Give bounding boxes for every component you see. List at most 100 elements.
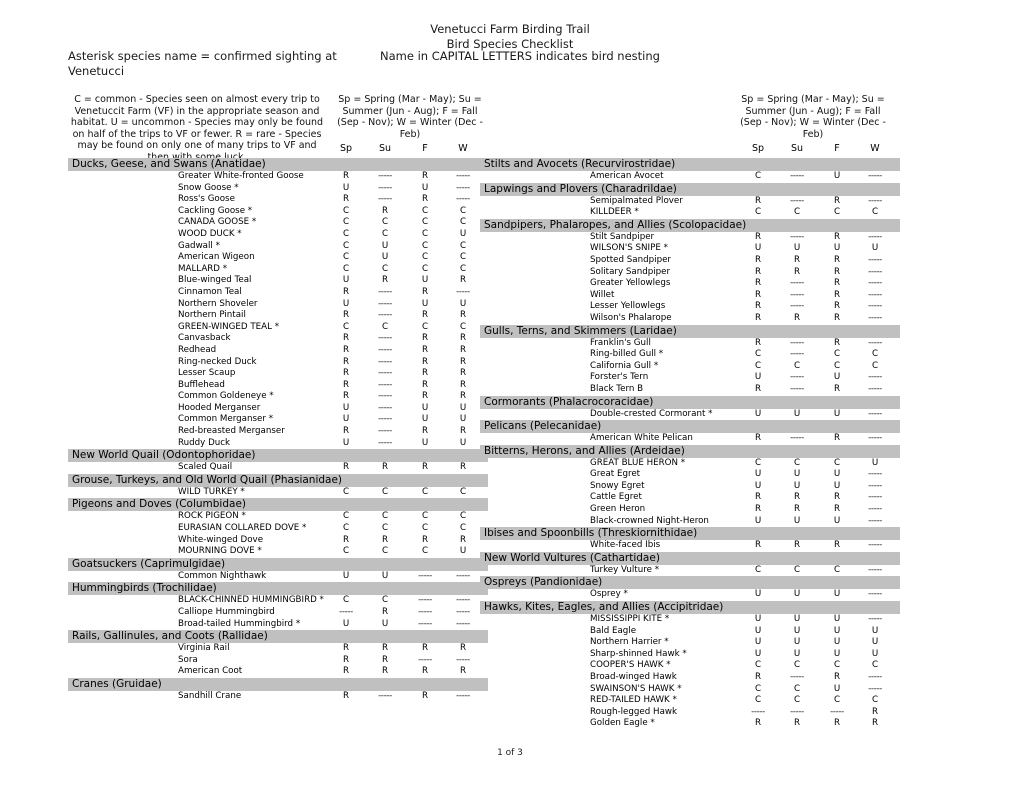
table-row: Forster's Tern U ----- U ----- bbox=[480, 372, 900, 384]
season-cell-f: R bbox=[421, 344, 429, 355]
season-cell-su: C bbox=[381, 523, 389, 534]
season-cell-f: C bbox=[833, 564, 841, 575]
season-cell-sp: C bbox=[342, 217, 350, 228]
season-cell-w: C bbox=[459, 217, 467, 228]
season-cell-su: R bbox=[381, 534, 389, 545]
season-cell-w: ----- bbox=[868, 504, 882, 515]
family-header: Sandpipers, Phalaropes, and Allies (Scol… bbox=[480, 218, 900, 232]
season-cell-f: R bbox=[833, 383, 841, 394]
season-cell-su: ----- bbox=[378, 171, 392, 181]
season-cell-f: C bbox=[421, 511, 429, 522]
species-name: Scaled Quail bbox=[178, 462, 233, 473]
species-name: Blue-winged Teal bbox=[178, 275, 252, 286]
season-cell-f: R bbox=[421, 286, 429, 297]
season-cell-sp: U bbox=[754, 648, 762, 659]
table-row: Bufflehead R ----- R R bbox=[68, 380, 488, 392]
season-cell-w: U bbox=[871, 457, 879, 468]
species-name: Ring-necked Duck bbox=[178, 356, 257, 367]
season-cell-sp: C bbox=[342, 523, 350, 534]
species-name: Spotted Sandpiper bbox=[590, 254, 671, 265]
season-cell-su: ----- bbox=[790, 278, 804, 289]
season-cell-su: ----- bbox=[378, 414, 392, 425]
season-cell-w: ----- bbox=[868, 515, 882, 526]
family-header: Cranes (Gruidae) bbox=[68, 677, 488, 691]
season-cell-w: R bbox=[459, 368, 467, 379]
season-cell-su: C bbox=[381, 546, 389, 557]
season-cell-sp: C bbox=[754, 171, 762, 181]
season-cell-su: U bbox=[793, 614, 801, 625]
season-cell-f: C bbox=[833, 695, 841, 706]
species-name: Common Goldeneye * bbox=[178, 391, 274, 402]
season-cell-su: C bbox=[793, 457, 801, 468]
season-cell-sp: ----- bbox=[339, 607, 353, 617]
season-cell-w: ----- bbox=[456, 618, 470, 629]
species-name: Sora bbox=[178, 654, 198, 665]
family-header: Hummingbirds (Trochilidae) bbox=[68, 582, 488, 596]
table-row: Turkey Vulture * C C C ----- bbox=[480, 565, 900, 577]
species-name: Canvasback bbox=[178, 333, 231, 344]
season-cell-sp: C bbox=[754, 207, 762, 218]
season-cell-su: C bbox=[793, 564, 801, 575]
season-cell-su: ----- bbox=[378, 286, 392, 297]
species-name: MISSISSIPPI KITE * bbox=[590, 614, 670, 625]
season-cell-sp: R bbox=[342, 310, 350, 321]
season-cell-su: R bbox=[793, 254, 801, 265]
season-cell-su: U bbox=[381, 240, 389, 251]
species-name: SWAINSON'S HAWK * bbox=[590, 683, 682, 694]
col-header-w: W bbox=[870, 143, 880, 154]
family-header: Rails, Gallinules, and Coots (Rallidae) bbox=[68, 630, 488, 644]
season-cell-su: ----- bbox=[378, 194, 392, 205]
abundance-legend: C = common - Species seen on almost ever… bbox=[70, 94, 324, 163]
family-header: Goatsuckers (Caprimulgidae) bbox=[68, 557, 488, 571]
season-cell-w: ----- bbox=[868, 683, 882, 694]
species-name: Cinnamon Teal bbox=[178, 286, 242, 297]
family-header: Bitterns, Herons, and Allies (Ardeidae) bbox=[480, 444, 900, 458]
season-cell-sp: ----- bbox=[751, 706, 765, 717]
season-cell-su: ----- bbox=[378, 391, 392, 402]
season-cell-sp: U bbox=[342, 402, 350, 413]
col-header-sp: Sp bbox=[751, 143, 765, 154]
season-cell-su: ----- bbox=[378, 182, 392, 193]
season-cell-w: C bbox=[871, 207, 879, 218]
species-name: Snowy Egret bbox=[590, 480, 645, 491]
season-cell-f: R bbox=[421, 194, 429, 205]
family-header: Ducks, Geese, and Swans (Anatidae) bbox=[68, 158, 488, 171]
season-cell-su: R bbox=[793, 492, 801, 503]
season-cell-su: ----- bbox=[790, 231, 804, 242]
table-row: Hooded Merganser U ----- U U bbox=[68, 403, 488, 415]
family-header: Pelicans (Pelecanidae) bbox=[480, 420, 900, 434]
page-title-block: Venetucci Farm Birding Trail Bird Specie… bbox=[0, 22, 1020, 52]
table-row: MISSISSIPPI KITE * U U U ----- bbox=[480, 614, 900, 626]
species-name: EURASIAN COLLARED DOVE * bbox=[178, 523, 307, 534]
season-cell-w: ----- bbox=[868, 278, 882, 289]
season-cell-f: U bbox=[833, 614, 841, 625]
season-cell-sp: R bbox=[754, 540, 762, 551]
table-row: Rough-legged Hawk ----- ----- ----- R bbox=[480, 707, 900, 719]
species-name: American Wigeon bbox=[178, 252, 255, 263]
season-cell-f: ----- bbox=[830, 706, 844, 717]
season-cell-f: C bbox=[833, 360, 841, 371]
season-cell-w: R bbox=[871, 718, 879, 729]
season-cell-sp: U bbox=[754, 480, 762, 491]
species-table-left: Ducks, Geese, and Swans (Anatidae) Greate… bbox=[68, 158, 488, 703]
season-cell-su: C bbox=[381, 228, 389, 239]
table-row: Golden Eagle * R R R R bbox=[480, 718, 900, 730]
season-cell-su: U bbox=[793, 469, 801, 480]
season-cell-f: U bbox=[833, 408, 841, 419]
season-cell-w: R bbox=[459, 333, 467, 344]
table-row: Ring-necked Duck R ----- R R bbox=[68, 357, 488, 369]
season-cell-w: C bbox=[459, 523, 467, 534]
season-cell-f: C bbox=[421, 228, 429, 239]
season-cell-sp: C bbox=[342, 252, 350, 263]
season-cell-f: R bbox=[833, 231, 841, 242]
season-cell-sp: R bbox=[342, 356, 350, 367]
species-name: Red-breasted Merganser bbox=[178, 426, 285, 437]
season-cell-sp: C bbox=[342, 240, 350, 251]
season-cell-f: C bbox=[421, 546, 429, 557]
season-cell-su: ----- bbox=[790, 706, 804, 717]
species-name: BLACK-CHINNED HUMMINGBIRD * bbox=[178, 595, 324, 606]
family-header: New World Vultures (Cathartidae) bbox=[480, 551, 900, 565]
season-cell-su: R bbox=[381, 275, 389, 286]
season-cell-sp: R bbox=[754, 231, 762, 242]
capitals-note: Name in CAPITAL LETTERS indicates bird n… bbox=[380, 49, 660, 63]
